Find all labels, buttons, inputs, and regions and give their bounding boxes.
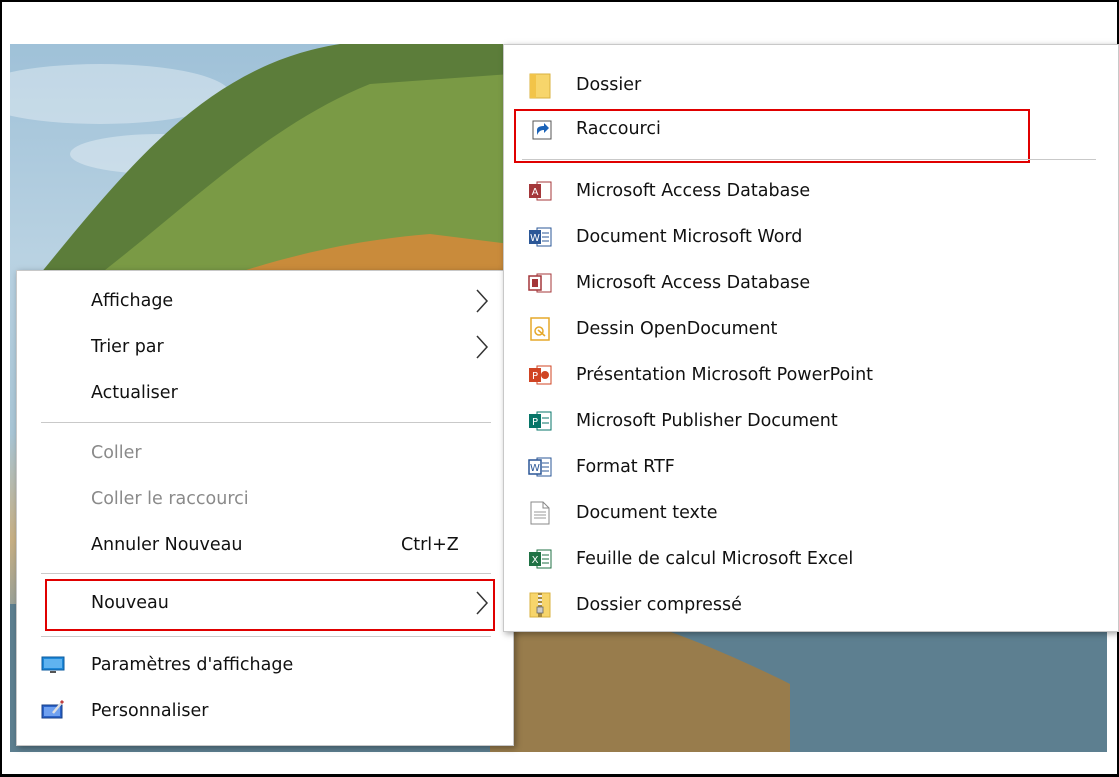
submenu-item-label: Microsoft Access Database (576, 273, 811, 293)
menu-separator (41, 636, 491, 637)
submenu-item-dossier[interactable]: Dossier (504, 63, 1118, 107)
zip-folder-icon (529, 592, 551, 618)
chevron-right-icon (476, 289, 489, 313)
submenu-item-label: Dossier (576, 75, 642, 95)
submenu-item-excel[interactable]: X Feuille de calcul Microsoft Excel (504, 537, 1118, 581)
submenu-item-word[interactable]: W Document Microsoft Word (504, 215, 1118, 259)
svg-text:A: A (532, 187, 539, 198)
word-icon: W (529, 227, 552, 247)
powerpoint-icon: P (529, 365, 552, 385)
menu-item-coller-raccourci: Coller le raccourci (17, 477, 513, 521)
nouveau-submenu: Dossier Raccourci A Microsoft Access Dat… (503, 44, 1119, 632)
menu-item-annuler-nouveau[interactable]: Annuler Nouveau Ctrl+Z (17, 523, 513, 567)
publisher-icon: P (529, 411, 552, 431)
menu-item-personnaliser[interactable]: Personnaliser (17, 689, 513, 733)
submenu-item-label: Présentation Microsoft PowerPoint (576, 365, 874, 385)
svg-text:W: W (530, 463, 540, 474)
submenu-item-access[interactable]: A Microsoft Access Database (504, 169, 1118, 213)
menu-separator (41, 422, 491, 423)
menu-item-label: Coller le raccourci (91, 489, 249, 509)
submenu-item-zip[interactable]: Dossier compressé (504, 583, 1118, 627)
submenu-item-label: Dessin OpenDocument (576, 319, 778, 339)
submenu-item-label: Feuille de calcul Microsoft Excel (576, 549, 854, 569)
submenu-item-label: Microsoft Access Database (576, 181, 811, 201)
menu-item-trier-par[interactable]: Trier par (17, 325, 513, 369)
submenu-item-label: Document texte (576, 503, 718, 523)
menu-item-label: Affichage (91, 291, 174, 311)
access-alt-icon (528, 273, 552, 293)
submenu-item-powerpoint[interactable]: P Présentation Microsoft PowerPoint (504, 353, 1118, 397)
svg-text:W: W (530, 233, 540, 244)
rtf-icon: W (528, 457, 552, 477)
submenu-item-rtf[interactable]: W Format RTF (504, 445, 1118, 489)
screenshot-frame: Affichage Trier par Actualiser Coller Co… (0, 0, 1119, 777)
menu-item-actualiser[interactable]: Actualiser (17, 371, 513, 415)
submenu-item-label: Dossier compressé (576, 595, 742, 615)
menu-item-label: Paramètres d'affichage (91, 655, 294, 675)
menu-item-label: Annuler Nouveau (91, 535, 243, 555)
chevron-right-icon (476, 335, 489, 359)
menu-separator (41, 573, 491, 574)
highlight-box (514, 109, 1030, 163)
excel-icon: X (529, 549, 552, 569)
menu-item-coller: Coller (17, 431, 513, 475)
svg-text:X: X (532, 555, 539, 566)
submenu-item-label: Microsoft Publisher Document (576, 411, 838, 431)
folder-icon (529, 73, 551, 99)
submenu-item-label: Document Microsoft Word (576, 227, 803, 247)
submenu-item-publisher[interactable]: P Microsoft Publisher Document (504, 399, 1118, 443)
access-icon: A (529, 181, 552, 201)
submenu-item-label: Format RTF (576, 457, 675, 477)
svg-text:P: P (532, 417, 538, 428)
submenu-item-access-2[interactable]: Microsoft Access Database (504, 261, 1118, 305)
menu-item-label: Coller (91, 443, 142, 463)
menu-item-label: Actualiser (91, 383, 178, 403)
menu-item-parametres-affichage[interactable]: Paramètres d'affichage (17, 643, 513, 687)
personalize-icon (41, 699, 65, 719)
submenu-item-text[interactable]: Document texte (504, 491, 1118, 535)
menu-separator (522, 159, 1096, 160)
text-document-icon (530, 501, 550, 525)
svg-text:P: P (532, 371, 538, 382)
highlight-box (45, 579, 495, 631)
odg-icon (530, 317, 550, 341)
submenu-item-odg[interactable]: Dessin OpenDocument (504, 307, 1118, 351)
display-settings-icon (41, 656, 65, 673)
desktop-context-menu: Affichage Trier par Actualiser Coller Co… (16, 270, 514, 746)
shortcut-label: Ctrl+Z (401, 535, 459, 555)
menu-item-label: Personnaliser (91, 701, 209, 721)
menu-item-affichage[interactable]: Affichage (17, 279, 513, 323)
menu-item-label: Trier par (91, 337, 164, 357)
